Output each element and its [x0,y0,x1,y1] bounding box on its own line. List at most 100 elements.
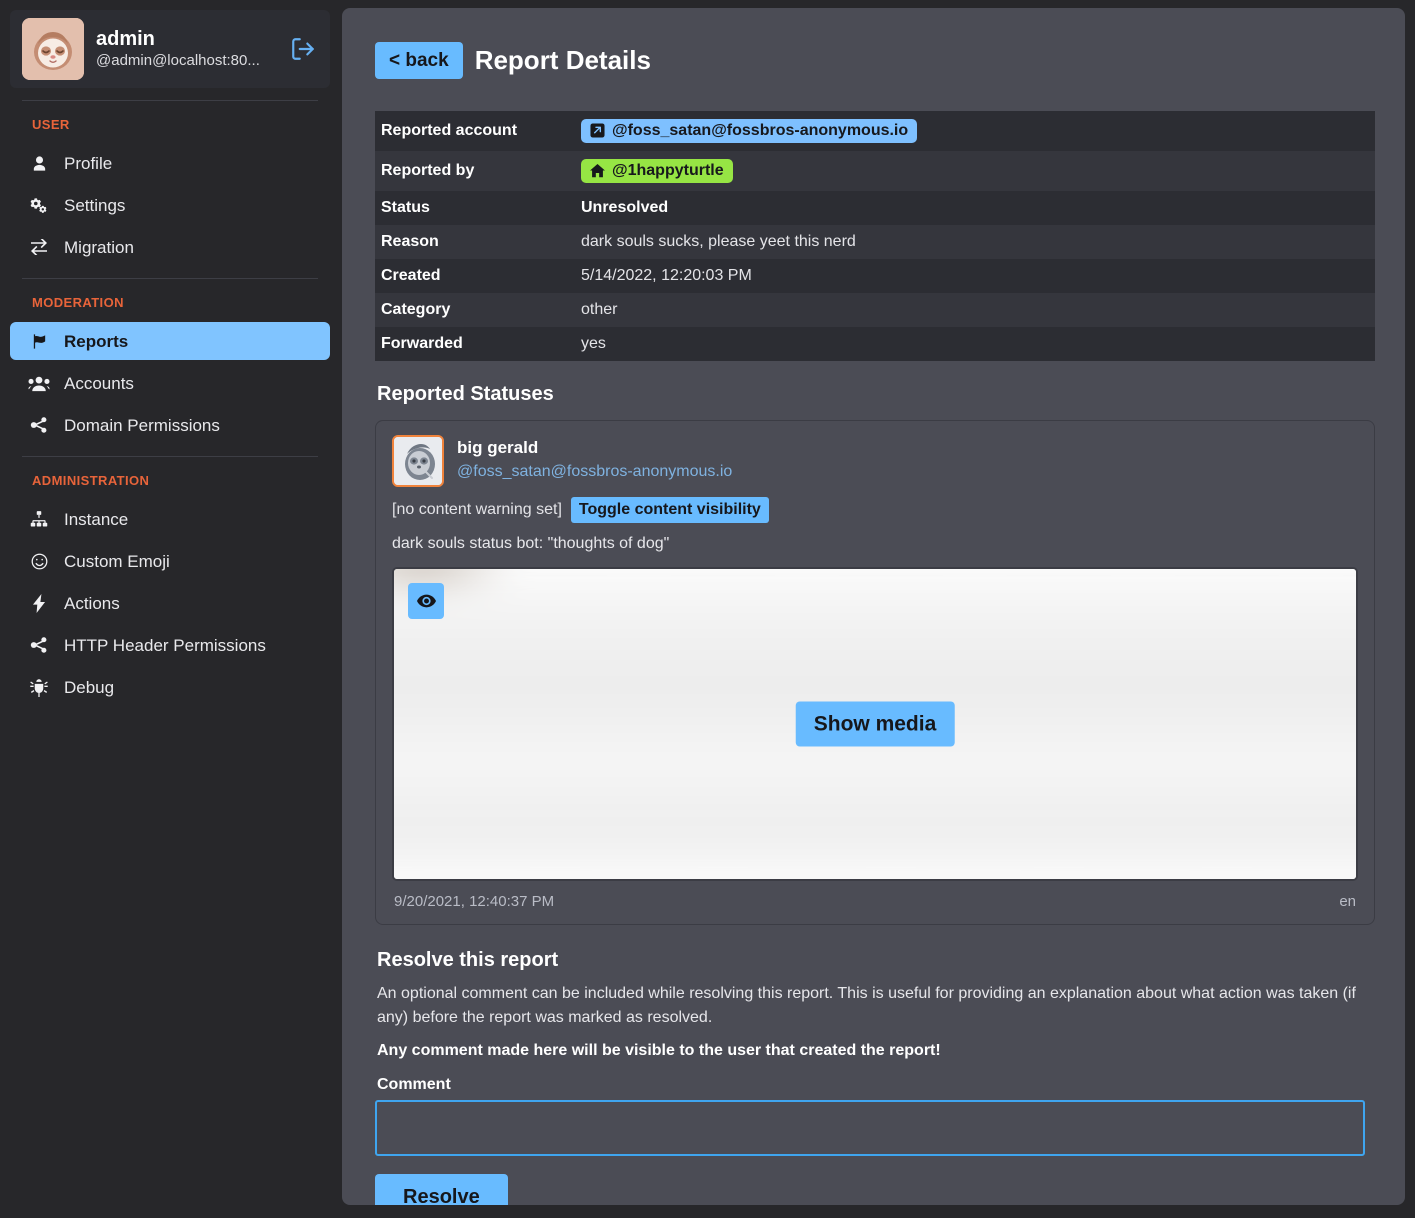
row-key: Status [375,191,575,225]
table-row: Forwarded yes [375,327,1375,361]
share-nodes-icon [28,636,50,654]
show-media-button[interactable]: Show media [796,702,955,747]
sidebar-item-label: Actions [64,595,120,612]
comment-input[interactable] [375,1100,1365,1156]
sidebar-item-reports[interactable]: Reports [10,322,330,360]
sidebar-item-label: Debug [64,679,114,696]
reported-by-pill[interactable]: @1happyturtle [581,159,733,183]
status-author-names: big gerald @foss_satan@fossbros-anonymou… [457,435,732,483]
user-icon [28,155,50,172]
table-row: Reported account @foss_satan@fossbros-an… [375,111,1375,152]
content-warning-text: [no content warning set] [392,501,562,519]
page-header: < back Report Details [375,30,1375,91]
resolve-section-title: Resolve this report [377,949,1375,972]
table-row: Status Unresolved [375,191,1375,225]
table-row: Category other [375,293,1375,327]
account-meta: admin @admin@localhost:80... [96,28,272,71]
sidebar: admin @admin@localhost:80... USER Profil… [0,0,340,1218]
row-key: Forwarded [375,327,575,361]
sidebar-item-actions[interactable]: Actions [10,584,330,622]
report-details-panel: < back Report Details Reported account @… [342,8,1405,1205]
page-title: Report Details [475,47,651,73]
reported-statuses-title: Reported Statuses [377,383,1375,406]
sidebar-item-label: Instance [64,511,128,528]
sidebar-group-title-moderation: MODERATION [10,279,330,318]
comment-label: Comment [377,1076,1375,1094]
bolt-icon [28,594,50,613]
report-details-table: Reported account @foss_satan@fossbros-an… [375,111,1375,362]
status-handle[interactable]: @foss_satan@fossbros-anonymous.io [457,463,732,480]
row-key: Reason [375,225,575,259]
sidebar-item-accounts[interactable]: Accounts [10,364,330,402]
sidebar-item-custom-emoji[interactable]: Custom Emoji [10,542,330,580]
external-link-icon [590,123,605,138]
sidebar-item-label: Reports [64,333,128,350]
resolve-description: An optional comment can be included whil… [377,982,1367,1030]
status-author: big gerald @foss_satan@fossbros-anonymou… [392,435,1358,487]
sign-out-icon[interactable] [284,32,318,66]
row-value: @1happyturtle [575,151,1375,191]
sidebar-item-label: Accounts [64,375,134,392]
sidebar-item-label: Settings [64,197,125,214]
sidebar-item-debug[interactable]: Debug [10,668,330,706]
table-row: Reason dark souls sucks, please yeet thi… [375,225,1375,259]
pill-label: @1happyturtle [612,162,724,180]
smile-icon [28,552,50,571]
avatar [392,435,444,487]
sidebar-item-http-header-permissions[interactable]: HTTP Header Permissions [10,626,330,664]
status-footer: 9/20/2021, 12:40:37 PM en [392,881,1358,924]
row-value: yes [575,327,1375,361]
sidebar-group-title-user: USER [10,101,330,140]
row-key: Reported by [375,151,575,191]
account-card: admin @admin@localhost:80... [10,10,330,88]
status-display-name: big gerald [457,437,732,460]
back-button[interactable]: < back [375,42,463,79]
row-key: Created [375,259,575,293]
row-value: 5/14/2022, 12:20:03 PM [575,259,1375,293]
sidebar-item-label: Profile [64,155,112,172]
status-text: dark souls status bot: "thoughts of dog" [392,535,1358,553]
flag-icon [28,333,50,350]
home-icon [590,164,605,178]
resolve-button[interactable]: Resolve [375,1174,508,1205]
row-value: dark souls sucks, please yeet this nerd [575,225,1375,259]
users-icon [28,375,50,392]
eye-icon[interactable] [408,583,444,619]
status-language: en [1339,893,1356,910]
row-value: other [575,293,1375,327]
bug-icon [28,678,50,697]
main-content: < back Report Details Reported account @… [340,0,1415,1218]
status-media: Show media [392,567,1358,881]
pill-label: @foss_satan@fossbros-anonymous.io [612,122,908,140]
share-nodes-icon [28,416,50,434]
sidebar-item-label: HTTP Header Permissions [64,637,266,654]
status-badge: Unresolved [575,191,1375,225]
row-value: @foss_satan@fossbros-anonymous.io [575,111,1375,152]
exchange-icon [28,239,50,255]
sidebar-item-label: Migration [64,239,134,256]
account-handle: @admin@localhost:80... [96,51,272,71]
sidebar-group-title-administration: ADMINISTRATION [10,457,330,496]
toggle-content-visibility-button[interactable]: Toggle content visibility [571,497,769,523]
sidebar-item-migration[interactable]: Migration [10,228,330,266]
table-row: Reported by @1happyturtle [375,151,1375,191]
sidebar-item-settings[interactable]: Settings [10,186,330,224]
sitemap-icon [28,510,50,528]
content-warning-row: [no content warning set] Toggle content … [392,497,1358,523]
avatar [22,18,84,80]
row-key: Category [375,293,575,327]
sidebar-item-label: Custom Emoji [64,553,170,570]
reported-account-pill[interactable]: @foss_satan@fossbros-anonymous.io [581,119,917,143]
account-display-name: admin [96,28,272,51]
status-timestamp[interactable]: 9/20/2021, 12:40:37 PM [394,893,554,910]
row-key: Reported account [375,111,575,152]
gears-icon [28,196,50,214]
sidebar-item-profile[interactable]: Profile [10,144,330,182]
sidebar-item-label: Domain Permissions [64,417,220,434]
reported-status-card: big gerald @foss_satan@fossbros-anonymou… [375,420,1375,925]
resolve-warning: Any comment made here will be visible to… [377,1042,1375,1060]
table-row: Created 5/14/2022, 12:20:03 PM [375,259,1375,293]
sidebar-item-domain-permissions[interactable]: Domain Permissions [10,406,330,444]
sidebar-item-instance[interactable]: Instance [10,500,330,538]
app-root: admin @admin@localhost:80... USER Profil… [0,0,1415,1218]
